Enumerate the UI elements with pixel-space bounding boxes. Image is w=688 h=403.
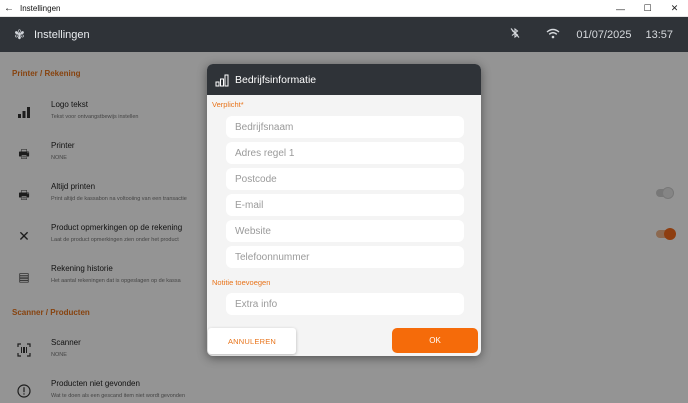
company-name-input[interactable] bbox=[226, 116, 464, 138]
dialog-title: Bedrijfsinformatie bbox=[235, 73, 317, 86]
maximize-button[interactable]: ☐ bbox=[634, 0, 661, 17]
company-info-dialog: Bedrijfsinformatie Verplicht* Notitie to… bbox=[207, 64, 481, 356]
close-button[interactable]: ✕ bbox=[661, 0, 688, 17]
ok-button[interactable]: OK bbox=[392, 328, 478, 353]
address-line-input[interactable] bbox=[226, 142, 464, 164]
website-input[interactable] bbox=[226, 220, 464, 242]
header-time: 13:57 bbox=[645, 28, 673, 41]
app-header-title: Instellingen bbox=[34, 28, 90, 41]
extra-info-input[interactable] bbox=[226, 293, 464, 315]
minimize-button[interactable]: — bbox=[607, 0, 634, 17]
window-titlebar: ← Instellingen — ☐ ✕ bbox=[0, 0, 688, 17]
app-header: ✾ Instellingen 01/07/2025 13:57 bbox=[0, 17, 688, 52]
postcode-input[interactable] bbox=[226, 168, 464, 190]
settings-flower-icon: ✾ bbox=[14, 26, 25, 42]
window-title: Instellingen bbox=[20, 3, 61, 13]
window-controls: — ☐ ✕ bbox=[607, 0, 688, 17]
status-area: 01/07/2025 13:57 bbox=[508, 17, 688, 52]
email-input[interactable] bbox=[226, 194, 464, 216]
header-date: 01/07/2025 bbox=[576, 28, 632, 41]
required-label: Verplicht* bbox=[212, 100, 244, 109]
dialog-header: Bedrijfsinformatie bbox=[207, 64, 481, 95]
notes-label: Notitie toevoegen bbox=[212, 278, 271, 287]
back-arrow-icon[interactable]: ← bbox=[0, 3, 18, 14]
cancel-button[interactable]: ANNULEREN bbox=[208, 328, 296, 354]
bluetooth-off-icon bbox=[508, 27, 522, 42]
bar-chart-icon bbox=[215, 73, 229, 87]
phone-input[interactable] bbox=[226, 246, 464, 268]
wifi-icon bbox=[546, 28, 562, 42]
